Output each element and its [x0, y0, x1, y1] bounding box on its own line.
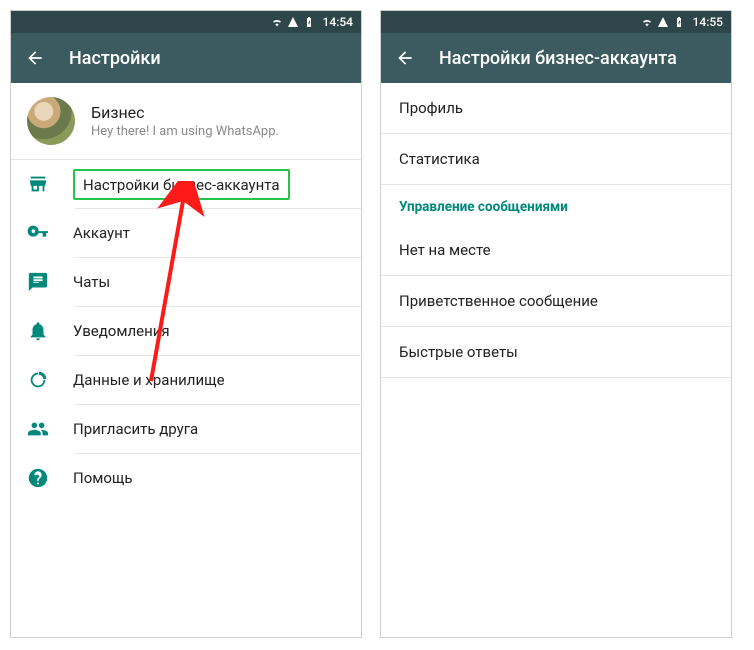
help-icon — [27, 467, 49, 489]
bell-icon — [27, 320, 49, 342]
settings-item-label: Уведомления — [73, 322, 170, 340]
avatar — [27, 97, 75, 145]
appbar-title: Настройки — [69, 48, 161, 69]
item-label: Профиль — [399, 99, 463, 117]
business-settings-content: Профиль Статистика Управление сообщениям… — [381, 83, 731, 637]
settings-item-business[interactable]: Настройки бизнес-аккаунта — [11, 160, 361, 208]
settings-item-label: Аккаунт — [73, 224, 130, 242]
battery-icon — [303, 16, 315, 28]
profile-text: Бизнес Hey there! I am using WhatsApp. — [91, 103, 279, 139]
battery-icon — [673, 16, 685, 28]
phone-right: 14:55 Настройки бизнес-аккаунта Профиль … — [380, 10, 732, 638]
chat-icon — [27, 271, 49, 293]
key-icon — [27, 222, 49, 244]
clock-text: 14:54 — [323, 15, 353, 29]
appbar: Настройки — [11, 33, 361, 83]
phone-left: 14:54 Настройки Бизнес Hey there! I am u… — [10, 10, 362, 638]
statusbar: 14:55 — [381, 11, 731, 33]
settings-item-invite[interactable]: Пригласить друга — [11, 405, 361, 453]
signal-icon — [657, 16, 669, 28]
data-icon — [27, 369, 49, 391]
profile-name: Бизнес — [91, 103, 279, 122]
back-icon[interactable] — [25, 48, 45, 68]
section-header: Управление сообщениями — [381, 185, 731, 225]
item-label: Приветственное сообщение — [399, 292, 598, 310]
settings-item-label: Данные и хранилище — [73, 371, 225, 389]
appbar: Настройки бизнес-аккаунта — [381, 33, 731, 83]
invite-icon — [27, 418, 49, 440]
settings-item-account[interactable]: Аккаунт — [11, 209, 361, 257]
wifi-icon — [641, 16, 653, 28]
profile-row[interactable]: Бизнес Hey there! I am using WhatsApp. — [11, 83, 361, 159]
statusbar: 14:54 — [11, 11, 361, 33]
business-item-statistics[interactable]: Статистика — [381, 134, 731, 184]
settings-item-data[interactable]: Данные и хранилище — [11, 356, 361, 404]
signal-icon — [287, 16, 299, 28]
clock-text: 14:55 — [693, 15, 723, 29]
business-item-greeting[interactable]: Приветственное сообщение — [381, 276, 731, 326]
settings-item-chats[interactable]: Чаты — [11, 258, 361, 306]
settings-item-label: Помощь — [73, 469, 133, 487]
settings-item-help[interactable]: Помощь — [11, 454, 361, 502]
settings-item-label: Чаты — [73, 273, 110, 291]
item-label: Статистика — [399, 150, 480, 168]
appbar-title: Настройки бизнес-аккаунта — [439, 48, 677, 69]
store-icon — [27, 173, 49, 195]
settings-item-label: Пригласить друга — [73, 420, 198, 438]
wifi-icon — [271, 16, 283, 28]
item-label: Быстрые ответы — [399, 343, 518, 361]
divider — [381, 377, 731, 378]
settings-item-notifications[interactable]: Уведомления — [11, 307, 361, 355]
settings-item-label: Настройки бизнес-аккаунта — [83, 176, 280, 194]
business-item-away[interactable]: Нет на месте — [381, 225, 731, 275]
back-icon[interactable] — [395, 48, 415, 68]
business-item-profile[interactable]: Профиль — [381, 83, 731, 133]
item-label: Нет на месте — [399, 241, 491, 259]
highlight-box: Настройки бизнес-аккаунта — [73, 169, 290, 200]
business-item-quick-replies[interactable]: Быстрые ответы — [381, 327, 731, 377]
settings-content: Бизнес Hey there! I am using WhatsApp. Н… — [11, 83, 361, 637]
profile-status: Hey there! I am using WhatsApp. — [91, 124, 279, 139]
